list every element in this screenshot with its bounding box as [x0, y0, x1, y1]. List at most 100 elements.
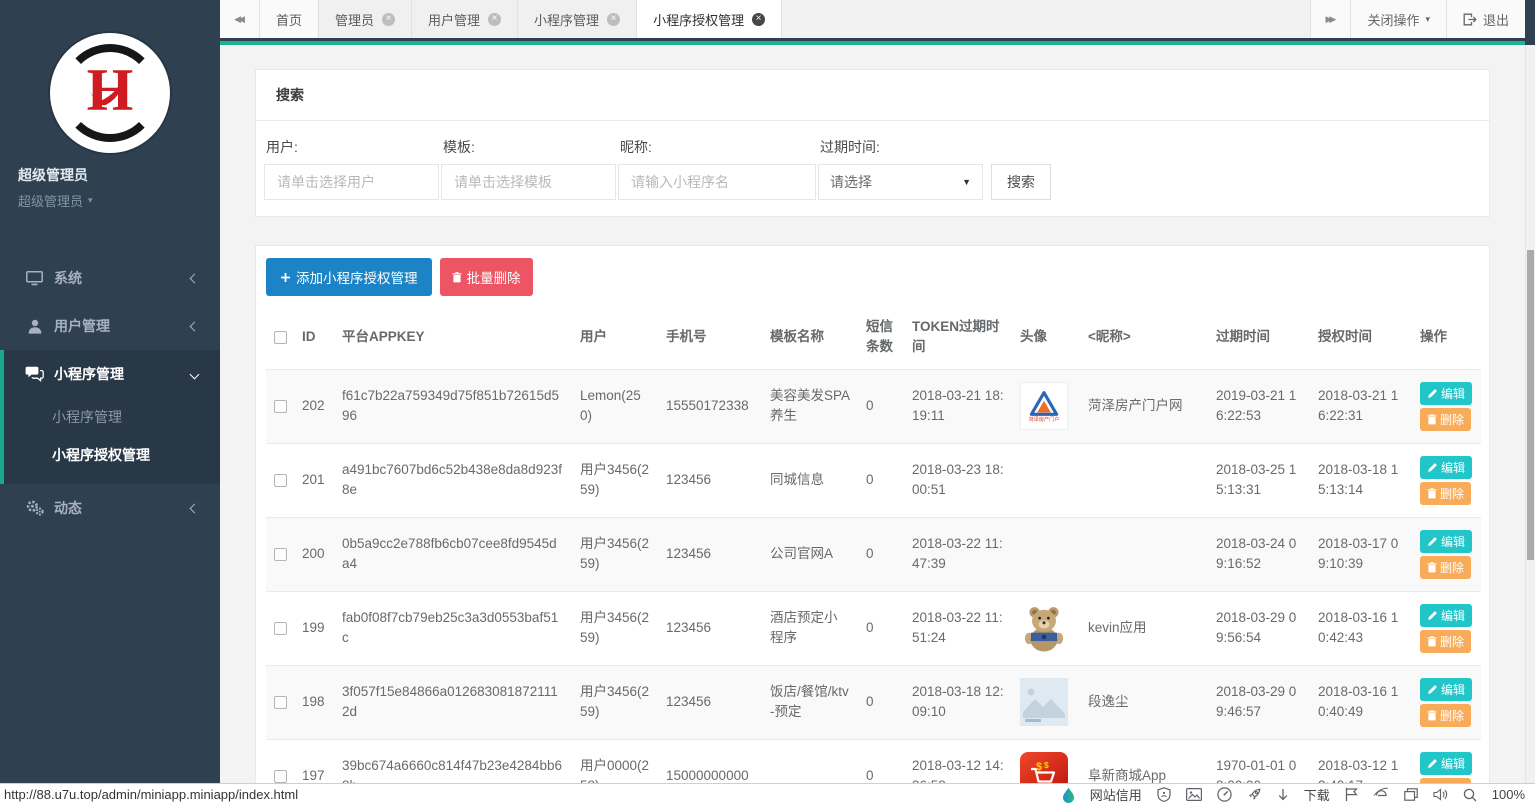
- delete-button[interactable]: 删除: [1420, 556, 1471, 579]
- sidebar-item-2[interactable]: 小程序管理: [4, 350, 220, 398]
- add-authorization-button[interactable]: 添加小程序授权管理: [266, 258, 432, 296]
- nickname-input[interactable]: [618, 164, 816, 200]
- cell-user: 用户3456(259): [572, 591, 658, 665]
- tab-close-icon[interactable]: ×: [607, 13, 620, 26]
- delete-button[interactable]: 删除: [1420, 704, 1471, 727]
- row-checkbox[interactable]: [274, 696, 287, 709]
- ie-compat-icon[interactable]: [1373, 787, 1389, 802]
- edit-button[interactable]: 编辑: [1420, 752, 1472, 775]
- edit-button[interactable]: 编辑: [1420, 678, 1472, 701]
- row-checkbox-cell: [266, 739, 294, 783]
- zoom-search-icon[interactable]: [1463, 788, 1477, 802]
- tab-3[interactable]: 小程序管理 ×: [518, 0, 637, 38]
- cell-template-name: 同城信息: [762, 443, 858, 517]
- template-input[interactable]: [441, 164, 616, 200]
- batch-delete-button[interactable]: 批量删除: [440, 258, 533, 296]
- delete-button[interactable]: 删除: [1420, 482, 1471, 505]
- row-checkbox[interactable]: [274, 622, 287, 635]
- sidebar-item-0[interactable]: 系统: [0, 254, 220, 302]
- tab-1[interactable]: 管理员×: [319, 0, 412, 38]
- sidebar-item-1[interactable]: 用户管理: [0, 302, 220, 350]
- expire-time-select[interactable]: 请选择 ▼: [818, 164, 983, 200]
- cell-phone: 15000000000: [658, 739, 762, 783]
- edit-button[interactable]: 编辑: [1420, 382, 1472, 405]
- sidebar-subitem-2-0[interactable]: 小程序管理: [4, 398, 220, 436]
- delete-button[interactable]: 删除: [1420, 408, 1471, 431]
- select-all-checkbox[interactable]: [274, 331, 287, 344]
- tabs-scroll-left-button[interactable]: ◀◀: [220, 0, 260, 38]
- edit-button[interactable]: 编辑: [1420, 456, 1472, 479]
- site-credit-label[interactable]: 网站信用: [1090, 785, 1142, 804]
- caret-down-icon: ▾: [1425, 15, 1430, 24]
- cell-template-name: 公司官网A: [762, 517, 858, 591]
- cell-user: Lemon(250): [572, 369, 658, 443]
- tab-label: 小程序管理: [534, 10, 599, 29]
- rocket-icon[interactable]: [1247, 787, 1262, 802]
- cell-sms-count: 0: [858, 443, 904, 517]
- cell-avatar: [1012, 665, 1080, 739]
- sidebar-item-3[interactable]: 动态: [0, 484, 220, 532]
- column-header: 头像: [1012, 308, 1080, 369]
- image-mode-icon[interactable]: [1186, 788, 1202, 801]
- cell-nickname: [1080, 517, 1208, 591]
- cell-phone: 123456: [658, 665, 762, 739]
- row-checkbox[interactable]: [274, 770, 287, 783]
- user-input[interactable]: [264, 164, 439, 200]
- cell-appkey: fab0f08f7cb79eb25c3a3d0553baf51c: [334, 591, 572, 665]
- column-header: 短信条数: [858, 308, 904, 369]
- logout-button[interactable]: 退出: [1446, 0, 1525, 38]
- trash-icon: [1427, 562, 1437, 573]
- row-checkbox[interactable]: [274, 400, 287, 413]
- tab-4[interactable]: 小程序授权管理×: [637, 0, 782, 38]
- tab-close-icon[interactable]: ×: [382, 13, 395, 26]
- row-checkbox[interactable]: [274, 548, 287, 561]
- row-checkbox-cell: [266, 665, 294, 739]
- pencil-icon: [1427, 610, 1438, 621]
- window-mode-icon[interactable]: [1404, 788, 1418, 801]
- download-label[interactable]: 下载: [1304, 785, 1330, 804]
- column-header: 授权时间: [1310, 308, 1412, 369]
- tab-2[interactable]: 用户管理×: [412, 0, 518, 38]
- admin-name: 超级管理员: [18, 165, 220, 185]
- column-header: TOKEN过期时间: [904, 308, 1012, 369]
- user-icon: [25, 319, 44, 334]
- speaker-icon[interactable]: [1433, 788, 1448, 801]
- tab-0[interactable]: 首页: [260, 0, 319, 38]
- close-operations-dropdown[interactable]: 关闭操作 ▾: [1350, 0, 1446, 38]
- admin-role-dropdown[interactable]: 超级管理员 ▾: [18, 191, 220, 210]
- avatar-shop-cart: $$: [1020, 752, 1068, 783]
- pencil-icon: [1427, 684, 1438, 695]
- edit-button[interactable]: 编辑: [1420, 530, 1472, 553]
- speed-gauge-icon[interactable]: [1217, 787, 1232, 802]
- zoom-level[interactable]: 100%: [1492, 787, 1525, 802]
- edit-button[interactable]: 编辑: [1420, 604, 1472, 627]
- trash-icon: [1427, 636, 1437, 647]
- cell-actions: 编辑删除: [1412, 665, 1481, 739]
- delete-button[interactable]: 删除: [1420, 630, 1471, 653]
- row-checkbox-cell: [266, 591, 294, 665]
- water-drop-icon[interactable]: [1062, 787, 1075, 803]
- search-button[interactable]: 搜索: [991, 164, 1051, 200]
- row-checkbox[interactable]: [274, 474, 287, 487]
- tab-close-icon[interactable]: ×: [488, 13, 501, 26]
- cell-nickname: [1080, 443, 1208, 517]
- shield-icon[interactable]: [1157, 787, 1171, 802]
- double-left-arrow-icon: ◀◀: [234, 14, 245, 25]
- tabs-scroll-right-button[interactable]: ▶▶: [1310, 0, 1350, 38]
- logo-letter: H: [87, 60, 134, 120]
- cell-auth-time: 2018-03-16 10:40:49: [1310, 665, 1412, 739]
- tab-close-icon[interactable]: ×: [752, 13, 765, 26]
- cell-auth-time: 2018-03-21 16:22:31: [1310, 369, 1412, 443]
- download-arrow-icon[interactable]: [1277, 788, 1289, 802]
- flag-icon[interactable]: [1345, 787, 1358, 802]
- table-header-row: ID平台APPKEY用户手机号模板名称短信条数TOKEN过期时间头像<昵称>过期…: [266, 308, 1481, 369]
- chevron-left-icon: [190, 321, 200, 331]
- vertical-scrollbar[interactable]: [1525, 45, 1535, 783]
- add-authorization-label: 添加小程序授权管理: [296, 267, 418, 287]
- cell-expire-time: 1970-01-01 08:00:00: [1208, 739, 1310, 783]
- scrollbar-thumb[interactable]: [1527, 250, 1534, 560]
- cell-expire-time: 2018-03-29 09:56:54: [1208, 591, 1310, 665]
- sidebar-subitem-2-1[interactable]: 小程序授权管理: [4, 436, 220, 474]
- expire-time-field-label: 过期时间:: [820, 137, 983, 157]
- template-field-label: 模板:: [443, 137, 616, 157]
